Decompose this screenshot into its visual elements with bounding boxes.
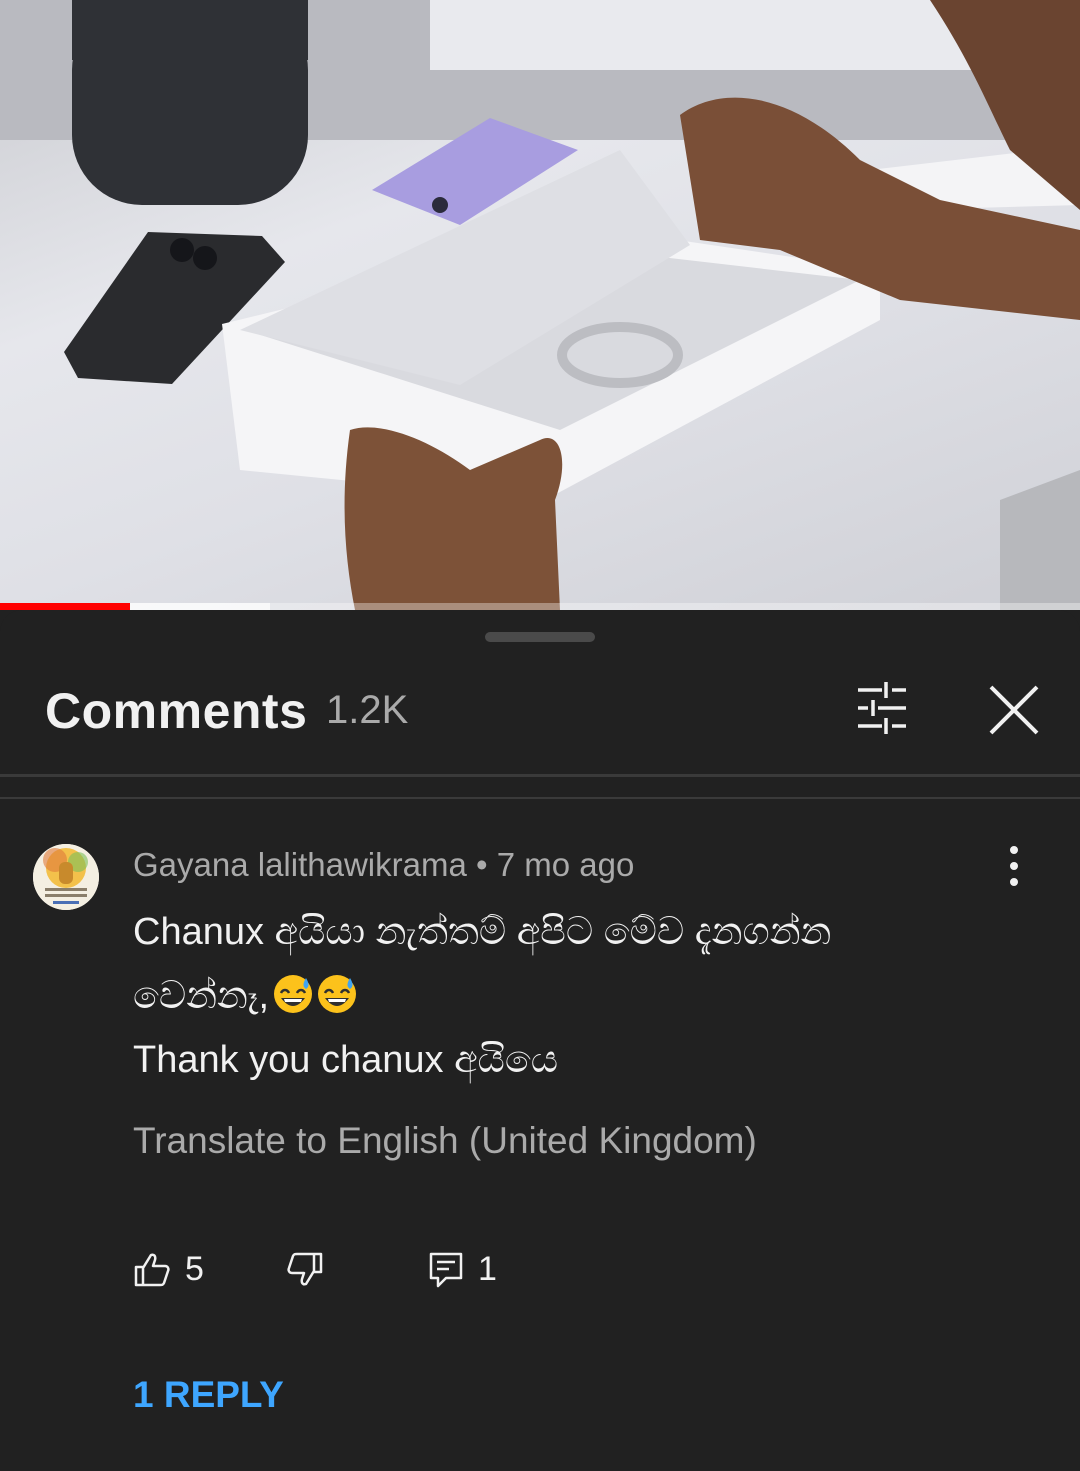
view-replies-link[interactable]: 1 REPLY — [133, 1374, 284, 1416]
header-divider-secondary — [0, 797, 1080, 799]
reply-button[interactable]: 1 — [428, 1250, 497, 1289]
grinning-face-with-sweat-emoji — [318, 975, 357, 1013]
comment-line-with-emoji: වෙන්නෑ, — [133, 964, 1013, 1028]
close-button[interactable] — [982, 678, 1046, 742]
comments-title: Comments — [45, 683, 308, 739]
comment-meta: Gayana lalithawikrama • 7 mo ago — [133, 846, 634, 884]
comment-line: Chanux අයියා නැත්තම් අපිට මේව දැනගන්න — [133, 911, 832, 953]
comment-line: වෙන්නෑ, — [133, 975, 270, 1017]
video-player[interactable] — [0, 0, 1080, 610]
comments-count: 1.2K — [326, 688, 409, 732]
thumbs-down-icon — [287, 1252, 323, 1286]
comment-author[interactable]: Gayana lalithawikrama — [133, 846, 467, 883]
avatar[interactable] — [33, 844, 99, 910]
video-frame — [0, 0, 1080, 610]
header-divider — [0, 774, 1080, 777]
close-icon — [989, 685, 1039, 735]
reply-comment-icon — [429, 1252, 463, 1287]
meta-separator: • — [476, 846, 488, 883]
reply-count: 1 — [478, 1250, 497, 1288]
grinning-face-with-sweat-emoji — [274, 975, 313, 1013]
like-button[interactable]: 5 — [133, 1250, 204, 1289]
comments-sheet: Comments 1.2K Gayana lalithawikrama • 7 … — [0, 610, 1080, 1471]
avatar-image — [33, 844, 99, 910]
sort-filter-button[interactable] — [848, 680, 916, 736]
comment-time: 7 mo ago — [496, 846, 635, 883]
more-options-button[interactable] — [994, 844, 1034, 888]
dislike-button[interactable] — [286, 1250, 324, 1288]
comment-body: Chanux අයියා නැත්තම් අපිට මේව දැනගන්න වෙ… — [133, 900, 1013, 1092]
progress-played[interactable] — [0, 603, 130, 610]
like-count: 5 — [185, 1250, 204, 1288]
more-vert-icon — [1010, 846, 1018, 886]
drag-handle[interactable] — [485, 632, 595, 642]
translate-link[interactable]: Translate to English (United Kingdom) — [133, 1120, 757, 1162]
thumbs-up-icon — [134, 1253, 170, 1286]
comment-line: Thank you chanux අයියෙ — [133, 1039, 559, 1081]
sort-filter-icon — [858, 682, 906, 734]
